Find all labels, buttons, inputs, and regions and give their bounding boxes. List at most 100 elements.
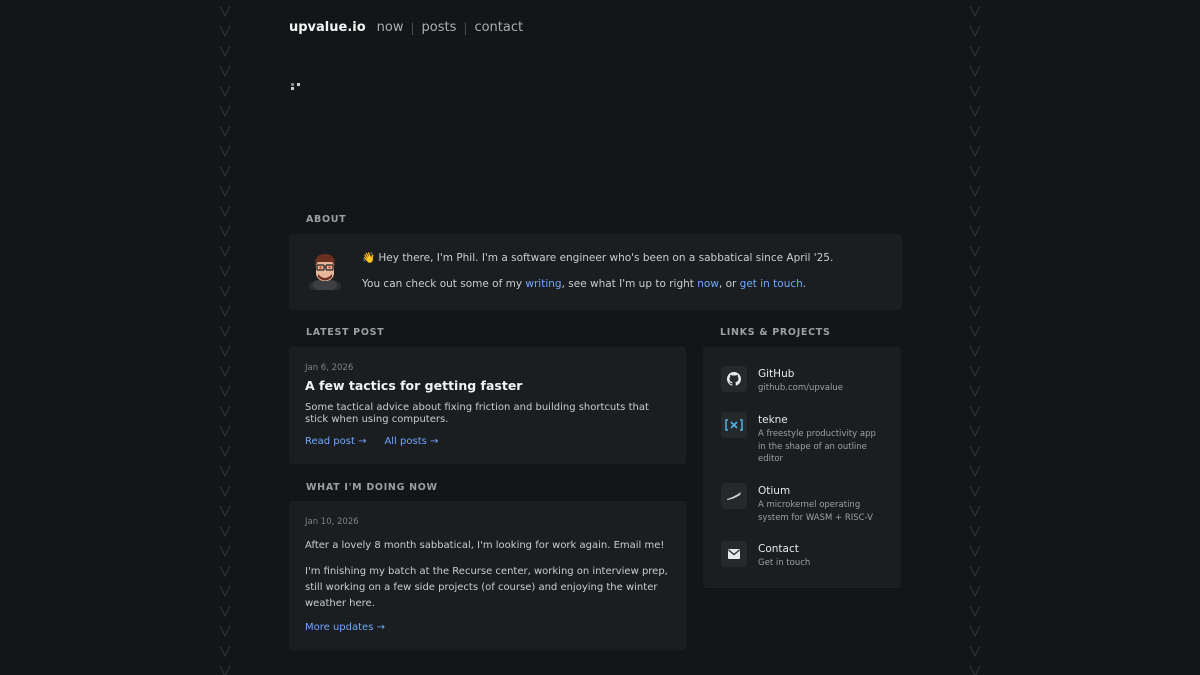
chevron-down-icon <box>219 5 231 18</box>
chevron-down-icon <box>969 525 981 538</box>
writing-link[interactable]: writing <box>525 278 561 290</box>
chevron-down-icon <box>219 425 231 438</box>
chevron-down-icon <box>969 505 981 518</box>
chevron-down-icon <box>969 185 981 198</box>
now-link[interactable]: now <box>697 278 719 290</box>
site-brand[interactable]: upvalue.io <box>289 20 366 35</box>
about-links-line: You can check out some of my writing, se… <box>362 278 806 290</box>
chevron-down-icon <box>969 65 981 78</box>
chevron-down-icon <box>969 125 981 138</box>
about-text: , see what I'm up to right <box>561 278 698 290</box>
now-date: Jan 10, 2026 <box>305 517 359 527</box>
chevron-down-icon <box>969 445 981 458</box>
chevron-down-icon <box>219 125 231 138</box>
about-card: 👋 Hey there, I'm Phil. I'm a software en… <box>289 234 902 310</box>
chevron-down-icon <box>219 385 231 398</box>
chevron-down-icon <box>969 465 981 478</box>
chevron-down-icon <box>969 105 981 118</box>
chevron-down-icon <box>219 25 231 38</box>
chevron-down-icon <box>969 165 981 178</box>
chevron-down-icon <box>969 585 981 598</box>
chevron-down-icon <box>219 305 231 318</box>
tekne-icon <box>721 412 747 438</box>
now-heading: WHAT I'M DOING NOW <box>306 482 438 493</box>
post-actions: Read post → All posts → <box>305 436 438 447</box>
chevron-down-icon <box>219 625 231 638</box>
chevron-down-icon <box>969 5 981 18</box>
dots-logo-icon <box>291 83 303 93</box>
link-desc: Get in touch <box>758 558 811 568</box>
chevron-down-icon <box>969 285 981 298</box>
chevron-down-icon <box>219 85 231 98</box>
avatar <box>309 254 341 290</box>
chevron-down-icon <box>969 565 981 578</box>
links-card: GitHub github.com/upvalue tekne A freest… <box>703 347 901 588</box>
chevron-down-icon <box>969 605 981 618</box>
chevron-down-icon <box>219 265 231 278</box>
link-desc: github.com/upvalue <box>758 383 843 393</box>
chevron-down-icon <box>219 525 231 538</box>
chevron-down-icon <box>969 265 981 278</box>
nav-link-contact[interactable]: contact <box>474 20 523 35</box>
chevron-down-icon <box>219 565 231 578</box>
chevron-down-icon <box>219 105 231 118</box>
chevron-down-icon <box>969 545 981 558</box>
post-date: Jan 6, 2026 <box>305 363 354 373</box>
chevron-down-icon <box>969 45 981 58</box>
get-in-touch-link[interactable]: get in touch <box>740 278 803 290</box>
chevron-down-icon <box>969 665 981 675</box>
read-post-link[interactable]: Read post → <box>305 436 366 447</box>
chevron-down-icon <box>219 405 231 418</box>
latest-post-card: Jan 6, 2026 A few tactics for getting fa… <box>289 347 686 464</box>
chevron-down-icon <box>219 225 231 238</box>
now-card: Jan 10, 2026 After a lovely 8 month sabb… <box>289 501 686 650</box>
latest-post-heading: LATEST POST <box>306 327 385 338</box>
chevron-down-icon <box>219 345 231 358</box>
chevron-down-icon <box>219 645 231 658</box>
chevron-down-icon <box>219 665 231 675</box>
chevron-down-icon <box>219 205 231 218</box>
chevron-down-icon <box>219 545 231 558</box>
chevron-down-icon <box>969 345 981 358</box>
chevron-down-icon <box>969 485 981 498</box>
chevron-down-icon <box>969 405 981 418</box>
about-text: You can check out some of my <box>362 278 526 290</box>
chevron-down-icon <box>969 245 981 258</box>
link-title: Otium <box>758 485 791 497</box>
link-title: Contact <box>758 543 799 555</box>
nav-separator: | <box>463 20 468 35</box>
more-updates-link[interactable]: More updates → <box>305 622 385 633</box>
chevron-down-icon <box>969 425 981 438</box>
post-title[interactable]: A few tactics for getting faster <box>305 378 522 393</box>
otium-icon <box>721 483 747 509</box>
chevron-down-icon <box>219 445 231 458</box>
nav-separator: | <box>410 20 415 35</box>
chevron-down-icon <box>969 325 981 338</box>
right-chevron-pattern <box>968 4 982 675</box>
chevron-down-icon <box>219 65 231 78</box>
link-title: tekne <box>758 414 788 426</box>
github-icon <box>721 366 747 392</box>
chevron-down-icon <box>219 465 231 478</box>
left-chevron-pattern <box>218 4 232 675</box>
about-text: . <box>802 278 807 290</box>
chevron-down-icon <box>219 285 231 298</box>
now-paragraph-2: I'm finishing my batch at the Recurse ce… <box>305 566 668 609</box>
chevron-down-icon <box>969 385 981 398</box>
all-posts-link[interactable]: All posts → <box>384 436 438 447</box>
link-desc: A freestyle productivity app in the shap… <box>758 429 876 464</box>
top-nav: upvalue.io now | posts | contact <box>289 20 523 35</box>
chevron-down-icon <box>969 85 981 98</box>
nav-link-posts[interactable]: posts <box>422 20 457 35</box>
now-paragraph-1: After a lovely 8 month sabbatical, I'm l… <box>305 540 665 551</box>
chevron-down-icon <box>219 505 231 518</box>
mail-icon <box>721 541 747 567</box>
chevron-down-icon <box>219 185 231 198</box>
nav-link-now[interactable]: now <box>377 20 404 35</box>
chevron-down-icon <box>969 205 981 218</box>
chevron-down-icon <box>969 25 981 38</box>
chevron-down-icon <box>219 325 231 338</box>
chevron-down-icon <box>969 225 981 238</box>
chevron-down-icon <box>969 305 981 318</box>
chevron-down-icon <box>969 365 981 378</box>
